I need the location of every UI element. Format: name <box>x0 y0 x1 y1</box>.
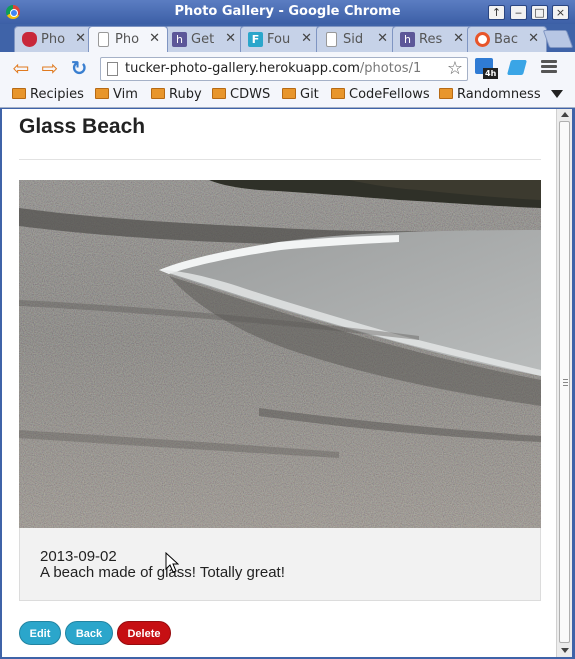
tab-label: Sid <box>343 32 364 47</box>
tab-close-icon[interactable]: ✕ <box>149 31 160 46</box>
heroku-icon: h <box>172 32 187 47</box>
tab-label: Get <box>191 32 215 47</box>
bookmark-label: Randomness <box>457 87 541 102</box>
page-title: Glass Beach <box>19 115 146 138</box>
title-bar: Photo Gallery - Google Chrome ↑ ‒ □ × <box>0 0 575 24</box>
bookmark-cdws[interactable]: CDWS <box>212 87 270 105</box>
bookmark-git[interactable]: Git <box>282 87 319 105</box>
calendar-extension-icon[interactable]: 4h <box>475 58 499 79</box>
url-host: tucker-photo-gallery.herokuapp.com <box>125 61 360 76</box>
tab-close-icon[interactable]: ✕ <box>75 31 86 46</box>
page-icon <box>326 32 337 47</box>
back-button[interactable]: Back <box>65 621 113 645</box>
reload-icon[interactable]: ↻ <box>68 58 90 78</box>
photo-image <box>19 180 541 528</box>
folder-icon <box>151 88 165 99</box>
edit-button[interactable]: Edit <box>19 621 61 645</box>
bookmark-star-icon[interactable]: ☆ <box>447 58 463 79</box>
back-arrow-icon[interactable]: ⇦ <box>10 58 32 78</box>
browser-toolbar: ⇦ ⇨ ↻ tucker-photo-gallery.herokuapp.com… <box>0 52 575 84</box>
bookmark-recipies[interactable]: Recipies <box>12 87 84 105</box>
folder-icon <box>331 88 345 99</box>
tab-label: Res <box>419 32 443 47</box>
vertical-scrollbar[interactable] <box>556 109 572 657</box>
bookmarks-bar: Recipies Vim Ruby CDWS Git CodeFellows R… <box>0 84 575 108</box>
scroll-up-icon[interactable] <box>561 112 569 117</box>
address-bar[interactable]: tucker-photo-gallery.herokuapp.com/photo… <box>100 57 468 81</box>
window-maximize-button[interactable]: □ <box>531 5 548 20</box>
tab-label: Pho <box>115 32 140 47</box>
page-viewport: Glass Beach 2013-09-02 A beach made of g… <box>2 109 556 657</box>
tab-label: Bac <box>494 32 519 47</box>
window-close-button[interactable]: × <box>552 5 569 20</box>
folder-icon <box>282 88 296 99</box>
bookmark-ruby[interactable]: Ruby <box>151 87 202 105</box>
tab-close-icon[interactable]: ✕ <box>528 31 539 46</box>
url-text[interactable]: tucker-photo-gallery.herokuapp.com/photo… <box>125 61 421 76</box>
tab-background[interactable]: Bac ✕ <box>467 26 547 52</box>
folder-icon <box>12 88 26 99</box>
forward-arrow-icon[interactable]: ⇨ <box>39 58 61 78</box>
red-shield-icon <box>22 32 37 47</box>
window-minimize-button[interactable]: ‒ <box>510 5 527 20</box>
photo-date: 2013-09-02 <box>40 548 117 565</box>
tab-label: Fou <box>267 32 291 47</box>
menu-icon[interactable] <box>541 60 557 76</box>
heroku-icon: h <box>400 32 415 47</box>
page-icon <box>98 32 109 47</box>
photo-description: A beach made of glass! Totally great! <box>40 564 285 581</box>
lifebuoy-icon <box>475 32 490 47</box>
bookmark-label: Recipies <box>30 87 84 102</box>
tab-close-icon[interactable]: ✕ <box>377 31 388 46</box>
tab-get[interactable]: h Get ✕ <box>164 26 244 52</box>
folder-icon <box>95 88 109 99</box>
bookmark-label: CodeFellows <box>349 87 430 102</box>
tab-foundation[interactable]: F Fou ✕ <box>240 26 320 52</box>
browser-window: Photo Gallery - Google Chrome ↑ ‒ □ × Ph… <box>0 0 575 659</box>
bookmark-randomness[interactable]: Randomness <box>439 87 541 105</box>
folder-icon <box>212 88 226 99</box>
bookmark-label: CDWS <box>230 87 271 102</box>
window-up-button[interactable]: ↑ <box>488 5 505 20</box>
photo-caption: 2013-09-02 A beach made of glass! Totall… <box>19 528 541 601</box>
scroll-down-icon[interactable] <box>561 648 569 653</box>
grip-icon <box>563 379 568 387</box>
tab-resources[interactable]: h Res ✕ <box>392 26 472 52</box>
tab-photo-1[interactable]: Pho ✕ <box>14 26 94 52</box>
tab-photo-gallery[interactable]: Pho ✕ <box>88 26 168 52</box>
tab-close-icon[interactable]: ✕ <box>225 31 236 46</box>
folder-icon <box>439 88 453 99</box>
tab-sidebar[interactable]: Sid ✕ <box>316 26 396 52</box>
foundation-icon: F <box>248 32 263 47</box>
bookmarks-overflow-icon[interactable] <box>551 90 563 98</box>
bookmark-vim[interactable]: Vim <box>95 87 138 105</box>
delete-button[interactable]: Delete <box>117 621 171 645</box>
tab-strip: Pho ✕ Pho ✕ h Get ✕ F Fou ✕ Sid ✕ h Res … <box>0 24 575 52</box>
url-path: /photos/1 <box>359 61 422 76</box>
tab-close-icon[interactable]: ✕ <box>301 31 312 46</box>
tab-close-icon[interactable]: ✕ <box>453 31 464 46</box>
mouse-cursor-icon <box>165 552 179 573</box>
bookmark-label: Vim <box>113 87 138 102</box>
divider <box>19 159 541 160</box>
bookmark-codefellows[interactable]: CodeFellows <box>331 87 430 105</box>
bookmark-label: Ruby <box>169 87 202 102</box>
page-icon <box>107 62 118 76</box>
tab-label: Pho <box>41 32 66 47</box>
scrollbar-thumb[interactable] <box>559 121 570 643</box>
extension-badge: 4h <box>483 68 499 79</box>
bookmark-label: Git <box>300 87 319 102</box>
new-tab-button[interactable] <box>542 30 574 48</box>
pocket-extension-icon[interactable] <box>506 58 528 78</box>
